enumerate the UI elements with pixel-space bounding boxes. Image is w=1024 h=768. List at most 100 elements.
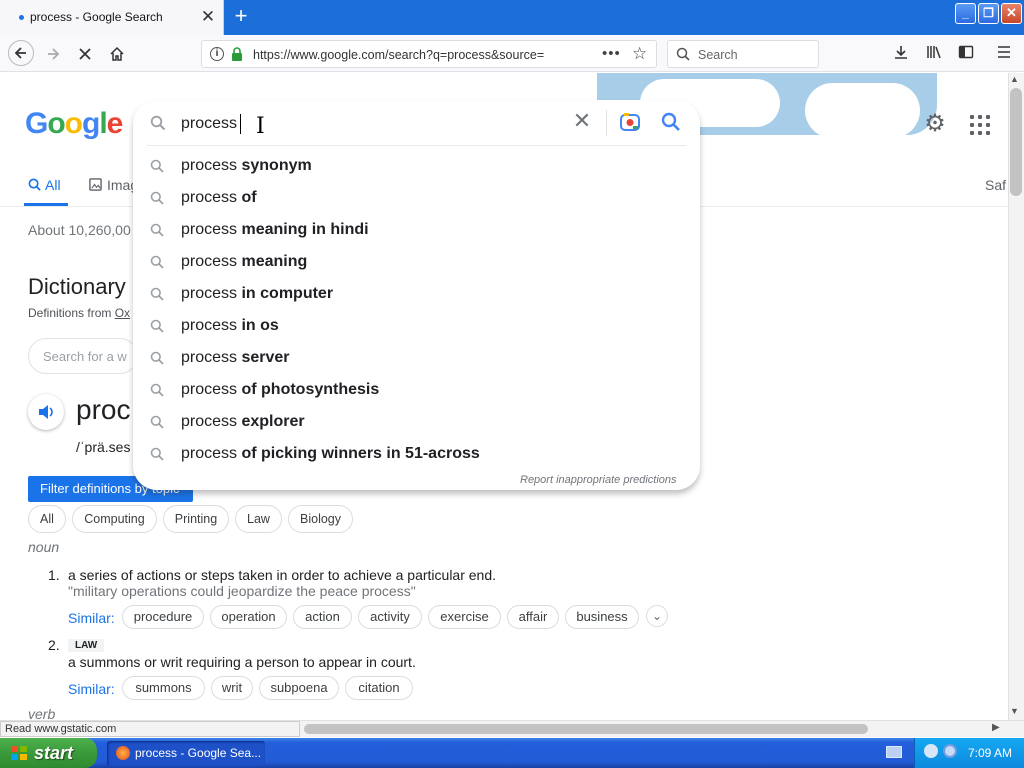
close-window-button[interactable]: ✕ [1001,3,1022,24]
safesearch-link[interactable]: Saf [985,177,1006,193]
page-actions-icon[interactable]: ••• [602,45,621,62]
tab-close-icon[interactable]: ✕ [199,8,217,26]
suggestion-item[interactable]: process of [133,182,700,214]
tab-all[interactable]: All [28,177,61,193]
minimize-button[interactable]: _ [955,3,976,24]
topic-chip-computing[interactable]: Computing [72,505,157,533]
taskbar-clock[interactable]: 7:09 AM [968,746,1012,760]
horizontal-scroll-thumb[interactable] [304,724,868,734]
search-input[interactable]: process [181,115,237,133]
topic-chip-all[interactable]: All [28,505,66,533]
suggestion-completion: explorer [241,413,305,430]
sidebar-icon [958,45,974,59]
topic-chip-printing[interactable]: Printing [163,505,229,533]
topic-chip-law[interactable]: Law [235,505,282,533]
tab-images[interactable]: Imag [89,177,138,193]
back-button[interactable] [8,40,34,66]
definition-label-law: LAW [68,639,105,652]
search-icon [150,159,164,173]
suggestions-divider [147,145,686,146]
hamburger-menu-button[interactable] [994,44,1014,64]
lock-icon[interactable] [231,47,243,61]
vertical-scroll-thumb[interactable] [1010,88,1022,196]
phonetic-spelling: /ˈprä.ses [76,439,131,455]
image-icon [89,178,102,191]
site-info-icon[interactable]: i [210,47,224,61]
similar-chip[interactable]: activity [358,605,422,629]
similar-chip[interactable]: exercise [428,605,501,629]
suggestion-item[interactable]: process explorer [133,406,700,438]
camera-lens-icon[interactable] [619,111,641,133]
dictionary-source: Definitions from Ox [28,306,130,320]
new-tab-button[interactable]: + [228,5,254,29]
oxford-link[interactable]: Ox [115,306,130,320]
address-bar[interactable]: i https://www.google.com/search?q=proces… [201,40,657,68]
browser-search-placeholder: Search [698,48,738,62]
suggestion-prefix: process [181,157,238,174]
topic-chip-biology[interactable]: Biology [288,505,353,533]
windows-flag-icon [11,746,27,760]
suggestion-completion: of picking winners in 51-across [241,445,480,462]
scroll-right-arrow-icon[interactable]: ▶ [992,722,1000,733]
similar-chip[interactable]: citation [345,676,413,700]
network-icon[interactable] [924,744,938,758]
suggestion-item[interactable]: process synonym [133,150,700,182]
definition-number: 2. [48,637,60,653]
similar-chip[interactable]: affair [507,605,559,629]
google-search-icon[interactable] [660,111,682,133]
similar-chip[interactable]: business [565,605,639,629]
suggestion-completion: meaning [241,253,308,270]
volume-icon[interactable] [943,744,957,758]
stop-loading-button[interactable] [73,42,97,66]
url-text[interactable]: https://www.google.com/search?q=process&… [253,48,565,62]
report-predictions-link[interactable]: Report inappropriate predictions [520,474,677,486]
search-icon [150,319,164,333]
suggestion-item[interactable]: process in os [133,310,700,342]
scroll-down-arrow-icon[interactable]: ▼ [1010,706,1019,716]
suggestion-item[interactable]: process of photosynthesis [133,374,700,406]
clear-search-button[interactable]: ✕ [571,110,593,132]
home-button[interactable] [105,42,129,66]
back-arrow-icon [14,47,26,59]
downloads-button[interactable] [891,44,911,64]
suggestion-item[interactable]: process server [133,342,700,374]
suggestion-item[interactable]: process of picking winners in 51-across [133,438,700,470]
keyboard-icon[interactable] [886,746,902,758]
suggestion-completion: in os [241,317,279,334]
google-apps-icon[interactable] [968,113,992,137]
scroll-up-arrow-icon[interactable]: ▲ [1010,74,1019,84]
dictionary-word: proc [76,394,131,425]
bookmark-star-icon[interactable]: ☆ [632,44,647,64]
suggestion-item[interactable]: process meaning [133,246,700,278]
library-button[interactable] [924,44,944,64]
pronounce-button[interactable] [28,394,64,430]
similar-chip[interactable]: summons [122,676,205,700]
suggestion-prefix: process [181,349,238,366]
logo-letter: o [64,107,83,140]
settings-gear-icon[interactable]: ⚙ [922,111,948,137]
tab-all-label: All [45,177,61,193]
browser-search-bar[interactable]: Search [667,40,819,68]
home-icon [110,46,124,61]
taskbar-firefox-window[interactable]: process - Google Sea... [107,741,265,766]
sidebar-button[interactable] [956,44,976,64]
suggestion-prefix: process [181,253,238,270]
google-logo[interactable]: Google [25,107,123,141]
download-icon [895,46,907,59]
dictionary-search-input[interactable]: Search for a w [28,338,138,374]
similar-chip[interactable]: procedure [122,605,204,629]
similar-chip[interactable]: subpoena [259,676,339,700]
suggestion-prefix: process [181,413,238,430]
text-caret [240,114,241,134]
similar-chip[interactable]: writ [211,676,253,700]
suggestion-item[interactable]: process meaning in hindi [133,214,700,246]
forward-button[interactable] [41,42,65,66]
tab-google-search[interactable]: process - Google Search ✕ [0,0,224,35]
suggestion-item[interactable]: process in computer [133,278,700,310]
chevron-down-icon[interactable]: ⌄ [646,605,668,627]
similar-chip[interactable]: operation [210,605,287,629]
search-icon [676,47,690,61]
similar-chip[interactable]: action [293,605,352,629]
maximize-button[interactable]: ❐ [978,3,999,24]
definition-text: a series of actions or steps taken in or… [68,567,497,583]
